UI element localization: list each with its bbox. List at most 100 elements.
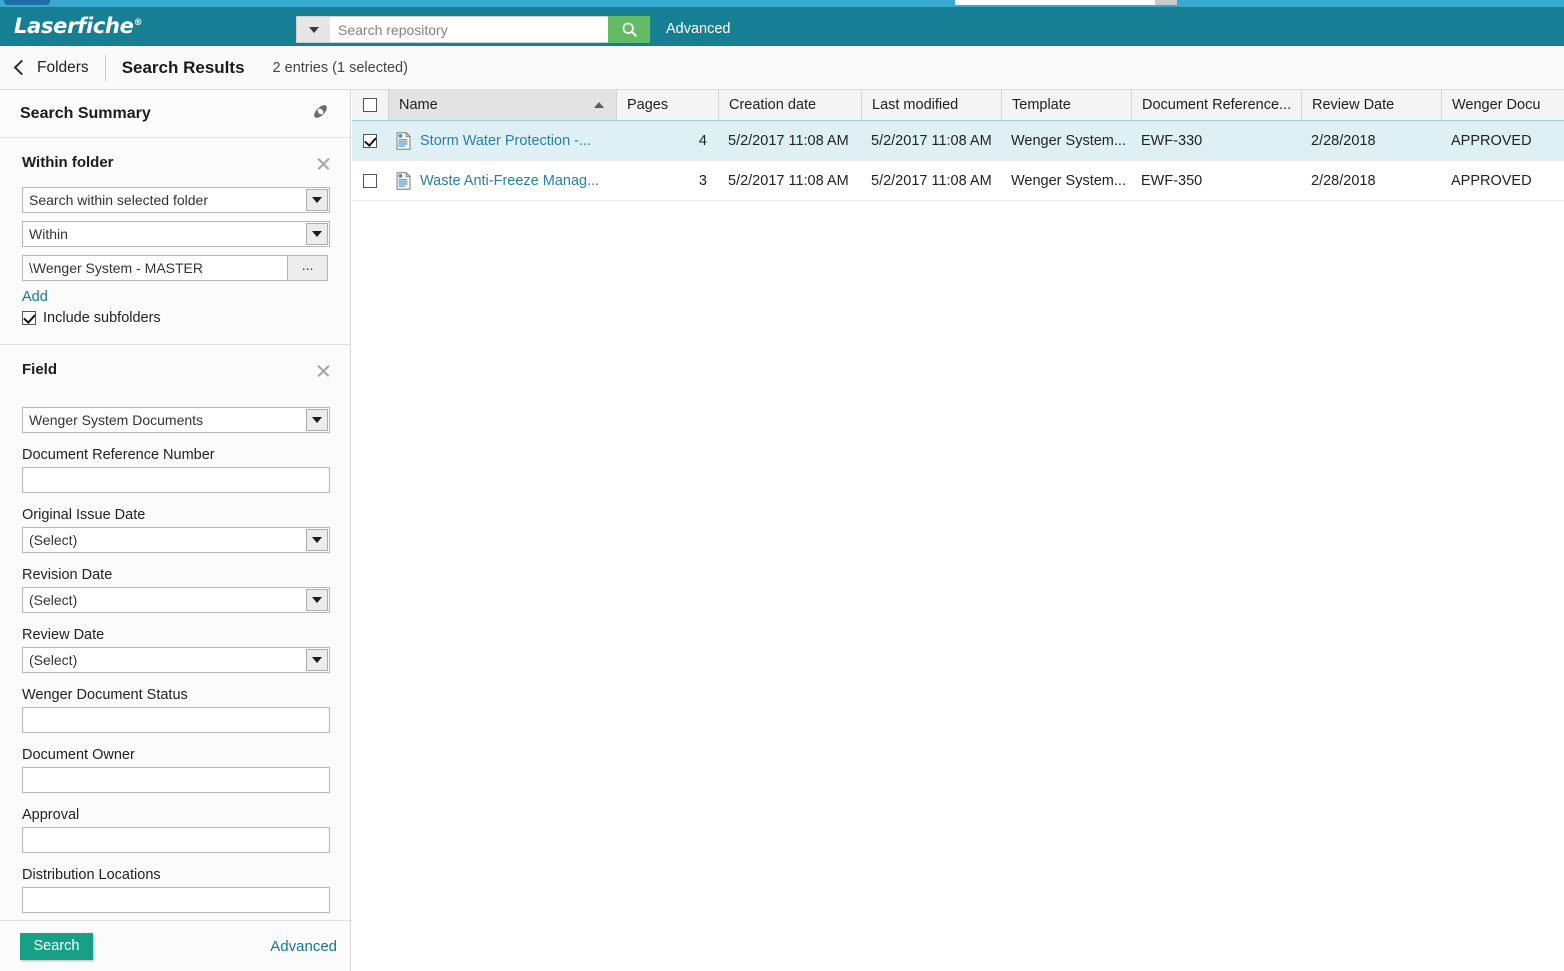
row-template-cell: Wenger System...: [1011, 132, 1126, 149]
column-header-document-reference[interactable]: Document Reference...: [1131, 90, 1301, 120]
row-pages-cell: 4: [698, 132, 707, 149]
folder-path-row: ...: [22, 255, 328, 281]
search-submit-button[interactable]: [608, 16, 650, 43]
select-all-checkbox-cell[interactable]: [352, 90, 388, 120]
include-subfolders-row: Include subfolders: [22, 310, 328, 326]
advanced-link[interactable]: Advanced: [270, 938, 337, 955]
browser-url-box-end: [1155, 0, 1177, 5]
row-template-cell: Wenger System...: [1011, 172, 1126, 189]
field-label-wenger-document-status: Wenger Document Status: [22, 687, 188, 703]
row-status-cell: APPROVED: [1451, 132, 1532, 149]
field-input-distribution-locations[interactable]: [22, 887, 330, 913]
within-folder-close-icon[interactable]: [315, 156, 331, 172]
field-select-review-date[interactable]: [22, 647, 330, 673]
advanced-search-link[interactable]: Advanced: [666, 21, 731, 37]
row-pages-cell: 3: [698, 172, 707, 189]
row-document-reference-cell: EWF-350: [1141, 172, 1203, 189]
row-checkbox[interactable]: [363, 133, 377, 148]
include-subfolders-label: Include subfolders: [43, 310, 161, 326]
row-review-date-cell: 2/28/2018: [1311, 172, 1376, 189]
row-last-modified-cell: 5/2/2017 11:08 AM: [871, 172, 992, 189]
add-folder-link[interactable]: Add: [22, 289, 48, 305]
field-close-icon[interactable]: [315, 363, 331, 379]
browser-tab-nub: [4, 0, 50, 5]
document-icon: [396, 171, 411, 190]
breadcrumb-folders-label: Folders: [37, 58, 89, 76]
field-label-distribution-locations: Distribution Locations: [22, 867, 161, 883]
field-label-document-reference-number: Document Reference Number: [22, 447, 215, 463]
row-name-cell: Waste Anti-Freeze Manag...: [388, 161, 616, 200]
search-results-table: Name Pages Creation date Last modified T…: [352, 90, 1564, 971]
column-header-wenger-document-status[interactable]: Wenger Docu: [1441, 90, 1564, 120]
row-name-link[interactable]: Waste Anti-Freeze Manag...: [420, 173, 599, 189]
sort-ascending-icon: [594, 102, 604, 108]
column-header-name-label: Name: [399, 97, 438, 113]
search-scope-dropdown-button[interactable]: [296, 16, 330, 43]
row-name-link[interactable]: Storm Water Protection -...: [420, 133, 591, 149]
within-folder-panel: Within folder ... Add Include subfolders: [0, 138, 350, 345]
brand-registered-mark: ®: [133, 18, 143, 28]
table-row[interactable]: Waste Anti-Freeze Manag... 3 5/2/2017 11…: [352, 161, 1564, 201]
row-checkbox-cell[interactable]: [352, 161, 388, 200]
row-last-modified-cell: 5/2/2017 11:08 AM: [871, 132, 992, 149]
row-checkbox-cell[interactable]: [352, 121, 388, 160]
breadcrumb: Folders Search Results 2 entries (1 sele…: [0, 46, 1564, 90]
column-header-creation-date-label: Creation date: [729, 97, 817, 113]
breadcrumb-divider: [104, 54, 106, 81]
row-creation-date-cell: 5/2/2017 11:08 AM: [728, 132, 849, 149]
field-input-approval[interactable]: [22, 827, 330, 853]
column-header-creation-date[interactable]: Creation date: [718, 90, 861, 120]
field-label-review-date: Review Date: [22, 627, 105, 643]
folder-mode-select[interactable]: [22, 221, 330, 247]
field-label-approval: Approval: [22, 807, 80, 823]
column-header-last-modified-label: Last modified: [872, 97, 959, 113]
table-row[interactable]: Storm Water Protection -... 4 5/2/2017 1…: [352, 121, 1564, 161]
search-input[interactable]: [330, 16, 608, 43]
field-input-document-owner[interactable]: [22, 767, 330, 793]
row-status-cell: APPROVED: [1451, 172, 1532, 189]
row-document-reference-cell: EWF-330: [1141, 132, 1203, 149]
search-panel-footer: Search Advanced: [0, 920, 350, 971]
browser-url-box: [955, 0, 1155, 5]
field-label-revision-date: Revision Date: [22, 567, 113, 583]
column-header-template[interactable]: Template: [1001, 90, 1131, 120]
folder-scope-select[interactable]: [22, 187, 330, 213]
row-review-date-cell: 2/28/2018: [1311, 132, 1376, 149]
folder-path-input[interactable]: [22, 255, 289, 281]
within-folder-title: Within folder: [22, 154, 114, 171]
search-button[interactable]: Search: [20, 932, 93, 960]
field-label-original-issue-date: Original Issue Date: [22, 507, 146, 523]
entry-count-label: 2 entries (1 selected): [272, 59, 408, 76]
column-header-pages[interactable]: Pages: [616, 90, 718, 120]
column-header-last-modified[interactable]: Last modified: [861, 90, 1001, 120]
page-title: Search Results: [121, 57, 245, 77]
row-creation-date-cell: 5/2/2017 11:08 AM: [728, 172, 849, 189]
folder-mode-select-wrap: [22, 221, 330, 247]
folder-scope-select-wrap: [22, 187, 330, 213]
field-select-revision-date[interactable]: [22, 587, 330, 613]
brand-name: Laserfiche: [14, 14, 134, 38]
magnifier-icon: [622, 22, 637, 37]
back-to-folders-button[interactable]: Folders: [13, 58, 89, 77]
edit-pencil-icon[interactable]: [311, 102, 330, 126]
field-input-wenger-document-status[interactable]: [22, 707, 330, 733]
select-all-checkbox[interactable]: [363, 98, 377, 112]
include-subfolders-checkbox[interactable]: [22, 311, 36, 325]
row-checkbox[interactable]: [363, 173, 377, 188]
column-header-name[interactable]: Name: [388, 90, 616, 120]
chevron-left-icon: [13, 59, 30, 75]
laserfiche-logo[interactable]: Laserfiche®: [14, 14, 143, 38]
column-header-pages-label: Pages: [627, 97, 669, 113]
field-template-select[interactable]: [22, 407, 330, 433]
document-icon: [396, 131, 411, 150]
browser-chrome-strip: [0, 0, 1564, 7]
column-header-review-date-label: Review Date: [1312, 97, 1395, 113]
field-select-original-issue-date[interactable]: [22, 527, 330, 553]
column-header-review-date[interactable]: Review Date: [1301, 90, 1441, 120]
field-input-document-reference-number[interactable]: [22, 467, 330, 493]
field-panel: Field Document Reference Number Original…: [0, 345, 350, 954]
column-header-wenger-document-status-label: Wenger Docu: [1452, 97, 1541, 113]
global-search-bar: [296, 16, 650, 43]
field-select-review-date-wrap: [22, 647, 330, 673]
browse-folder-button[interactable]: ...: [288, 255, 328, 281]
